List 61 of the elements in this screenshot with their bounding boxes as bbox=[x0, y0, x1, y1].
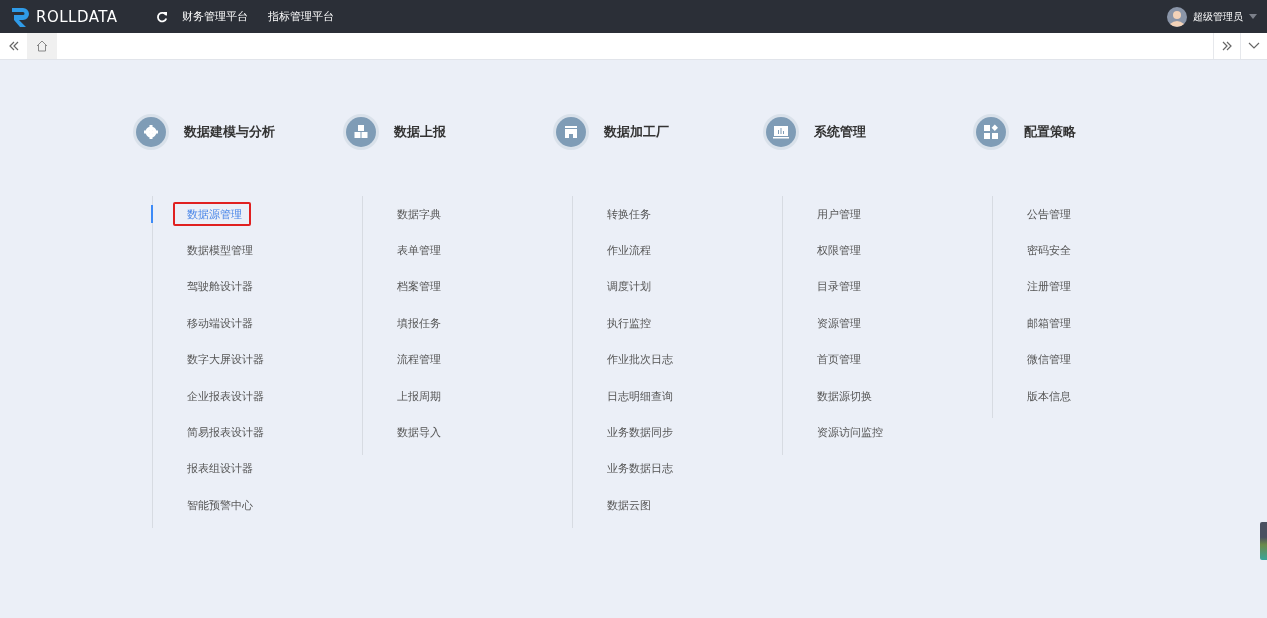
menu-item[interactable]: 业务数据同步 bbox=[573, 414, 763, 451]
menu-item[interactable]: 数据源切换 bbox=[783, 377, 973, 415]
menu-item[interactable]: 驾驶舱设计器 bbox=[153, 268, 343, 306]
logo-icon bbox=[10, 5, 30, 28]
menu-item[interactable]: 业务数据日志 bbox=[573, 450, 763, 488]
category-icon bbox=[763, 114, 799, 150]
category-title: 数据加工厂 bbox=[604, 123, 669, 141]
menu-item[interactable]: 权限管理 bbox=[783, 232, 973, 269]
menu-item[interactable]: 简易报表设计器 bbox=[153, 414, 343, 451]
menu-item[interactable]: 密码安全 bbox=[993, 232, 1183, 269]
home-tab[interactable] bbox=[27, 33, 57, 59]
user-name[interactable]: 超级管理员 bbox=[1193, 9, 1243, 24]
menu-item[interactable]: 转换任务 bbox=[573, 196, 763, 233]
menu-item[interactable]: 注册管理 bbox=[993, 268, 1183, 306]
category-icon bbox=[133, 114, 169, 150]
category-title: 数据建模与分析 bbox=[184, 123, 275, 141]
home-icon bbox=[36, 40, 48, 52]
menu-item[interactable]: 移动端设计器 bbox=[153, 305, 343, 342]
menu-item[interactable]: 填报任务 bbox=[363, 305, 553, 342]
category-icon bbox=[553, 114, 589, 150]
menu-item[interactable]: 流程管理 bbox=[363, 341, 553, 378]
menu-item[interactable]: 版本信息 bbox=[993, 377, 1183, 415]
category-icon bbox=[973, 114, 1009, 150]
menu-item[interactable]: 用户管理 bbox=[783, 196, 973, 233]
menu-item[interactable]: 执行监控 bbox=[573, 305, 763, 342]
menu-item[interactable]: 调度计划 bbox=[573, 268, 763, 306]
menu-item[interactable]: 数据模型管理 bbox=[153, 232, 343, 269]
double-chevron-left-icon bbox=[7, 41, 20, 51]
category-title: 系统管理 bbox=[814, 123, 866, 141]
category-icon bbox=[343, 114, 379, 150]
logo-text: ROLLDATA bbox=[36, 7, 118, 26]
dropdown-caret-icon[interactable] bbox=[1249, 14, 1257, 19]
menu-item[interactable]: 上报周期 bbox=[363, 377, 553, 415]
menu-item[interactable]: 资源管理 bbox=[783, 305, 973, 342]
menu-item[interactable]: 数据字典 bbox=[363, 196, 553, 233]
menu-item[interactable]: 智能预警中心 bbox=[153, 487, 343, 524]
category-title: 配置策略 bbox=[1024, 123, 1076, 141]
menu-item[interactable]: 数据导入 bbox=[363, 414, 553, 451]
menu-item[interactable]: 资源访问监控 bbox=[783, 414, 973, 451]
menu-item[interactable]: 作业批次日志 bbox=[573, 341, 763, 378]
chevron-down-icon bbox=[1248, 42, 1260, 50]
menu-item[interactable]: 数据云图 bbox=[573, 487, 763, 524]
menu-item[interactable]: 作业流程 bbox=[573, 232, 763, 269]
side-panel-tab[interactable] bbox=[1260, 522, 1267, 560]
double-chevron-right-icon bbox=[1221, 41, 1233, 51]
menu-item[interactable]: 企业报表设计器 bbox=[153, 377, 343, 415]
menu-item[interactable]: 微信管理 bbox=[993, 341, 1183, 378]
menu-item[interactable]: 邮箱管理 bbox=[993, 305, 1183, 342]
category-title: 数据上报 bbox=[394, 123, 446, 141]
menu-item[interactable]: 首页管理 bbox=[783, 341, 973, 378]
menu-item[interactable]: 报表组设计器 bbox=[153, 450, 343, 488]
menu-item[interactable]: 公告管理 bbox=[993, 196, 1183, 233]
avatar-icon[interactable] bbox=[1167, 6, 1187, 27]
menu-item[interactable]: 目录管理 bbox=[783, 268, 973, 306]
refresh-icon[interactable] bbox=[156, 10, 168, 23]
menu-item[interactable]: 数字大屏设计器 bbox=[153, 341, 343, 378]
nav-link[interactable]: 指标管理平台 bbox=[268, 9, 334, 24]
nav-link[interactable]: 财务管理平台 bbox=[182, 9, 248, 24]
menu-item[interactable]: 档案管理 bbox=[363, 268, 553, 306]
menu-item[interactable]: 表单管理 bbox=[363, 232, 553, 269]
menu-item[interactable]: 日志明细查询 bbox=[573, 377, 763, 415]
